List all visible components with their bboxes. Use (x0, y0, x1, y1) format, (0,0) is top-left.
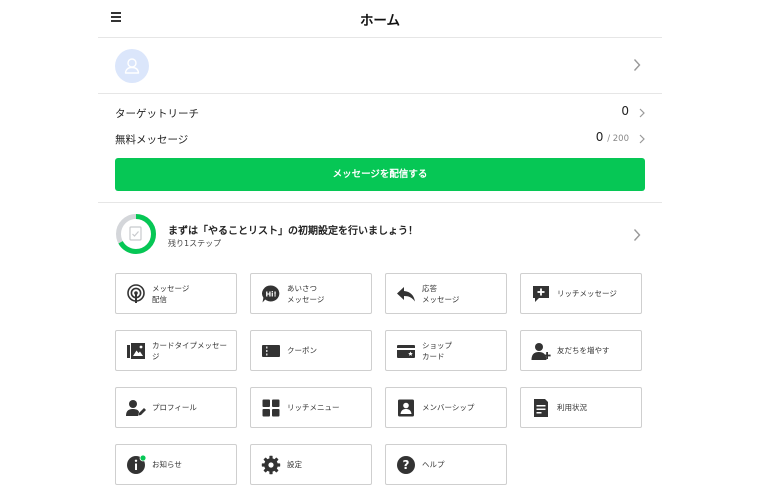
tile-label: ヘルプ (422, 460, 445, 469)
shop-card-icon (397, 345, 415, 358)
free-messages-label: 無料メッセージ (115, 134, 189, 146)
page-title: ホーム (359, 13, 401, 29)
chevron-right-icon (639, 108, 645, 118)
avatar (115, 49, 149, 83)
tile-label: カードタイプメッセー ジ (152, 340, 227, 361)
free-messages-row[interactable]: 無料メッセージ 0 / 200 (115, 128, 645, 150)
tile-profile[interactable]: プロフィール (115, 387, 237, 428)
tile-label: 応答 メッセージ (422, 283, 460, 304)
gear-icon (261, 455, 281, 475)
chevron-right-icon (633, 59, 641, 71)
tile-label: プロフィール (152, 403, 197, 412)
progress-ring (116, 214, 156, 254)
profile-edit-icon (126, 400, 146, 416)
checklist-icon (129, 226, 142, 241)
svg-text:Hi!: Hi! (265, 290, 276, 298)
target-reach-row[interactable]: ターゲットリーチ 0 (115, 102, 645, 124)
membership-icon (398, 399, 414, 417)
broadcast-icon (127, 284, 145, 303)
notification-dot (139, 455, 146, 462)
free-messages-value: 0 / 200 (596, 130, 629, 144)
card-message-icon (127, 343, 145, 359)
chevron-right-icon (639, 134, 645, 144)
reply-icon (397, 287, 415, 302)
tile-membership[interactable]: メンバーシップ (385, 387, 507, 428)
tile-add-friends[interactable]: 友だちを増やす (520, 330, 642, 371)
tile-label: あいさつ メッセージ (287, 283, 325, 304)
svg-text:?: ? (403, 458, 410, 472)
target-reach-label: ターゲットリーチ (115, 108, 199, 120)
chevron-right-icon (633, 229, 641, 241)
todo-title: まずは「やることリスト」の初期設定を行いましょう！ (168, 226, 418, 237)
tile-help[interactable]: ? ヘルプ (385, 444, 507, 485)
tile-rich-message[interactable]: リッチメッセージ (520, 273, 642, 314)
tile-label: メッセージ 配信 (152, 283, 190, 304)
tile-label: お知らせ (152, 460, 182, 469)
account-row[interactable] (98, 38, 662, 94)
greeting-hi-icon: Hi! (262, 285, 280, 303)
todo-list-banner[interactable]: まずは「やることリスト」の初期設定を行いましょう！ 残り1ステップ (98, 203, 662, 263)
tile-label: クーポン (287, 346, 317, 355)
tile-card-message[interactable]: カードタイプメッセー ジ (115, 330, 237, 371)
coupon-icon (262, 345, 280, 357)
rich-message-icon (533, 286, 549, 302)
tile-label: 友だちを増やす (557, 346, 610, 355)
tile-shop-card[interactable]: ショップ カード (385, 330, 507, 371)
usage-report-icon (534, 399, 548, 417)
home-panel: ホーム ターゲットリーチ 0 無料メッセージ 0 / 200 メッセージを配信す… (98, 0, 662, 500)
user-icon (124, 58, 140, 74)
tile-message-broadcast[interactable]: メッセージ 配信 (115, 273, 237, 314)
tile-rich-menu[interactable]: リッチメニュー (250, 387, 372, 428)
free-messages-count: 0 (595, 130, 604, 144)
tile-label: リッチメニュー (287, 403, 340, 412)
tile-label: メンバーシップ (422, 403, 475, 412)
tile-label: 利用状況 (557, 403, 587, 412)
tile-label: 設定 (287, 460, 302, 469)
tile-label: リッチメッセージ (557, 289, 617, 298)
target-reach-value: 0 (621, 104, 629, 118)
tile-settings[interactable]: 設定 (250, 444, 372, 485)
tile-announcements[interactable]: お知らせ (115, 444, 237, 485)
tile-label: ショップ カード (422, 340, 452, 361)
help-icon: ? (397, 456, 415, 474)
todo-remaining-steps: 残り1ステップ (168, 239, 222, 248)
free-messages-limit: / 200 (607, 134, 629, 144)
add-friend-icon (531, 343, 551, 360)
tile-usage-report[interactable]: 利用状況 (520, 387, 642, 428)
info-notice-icon (127, 455, 146, 474)
rich-menu-icon (262, 399, 280, 417)
top-bar: ホーム (98, 0, 662, 38)
tile-greeting-message[interactable]: Hi! あいさつ メッセージ (250, 273, 372, 314)
tile-coupon[interactable]: クーポン (250, 330, 372, 371)
tile-auto-response[interactable]: 応答 メッセージ (385, 273, 507, 314)
send-message-button[interactable]: メッセージを配信する (115, 158, 645, 191)
